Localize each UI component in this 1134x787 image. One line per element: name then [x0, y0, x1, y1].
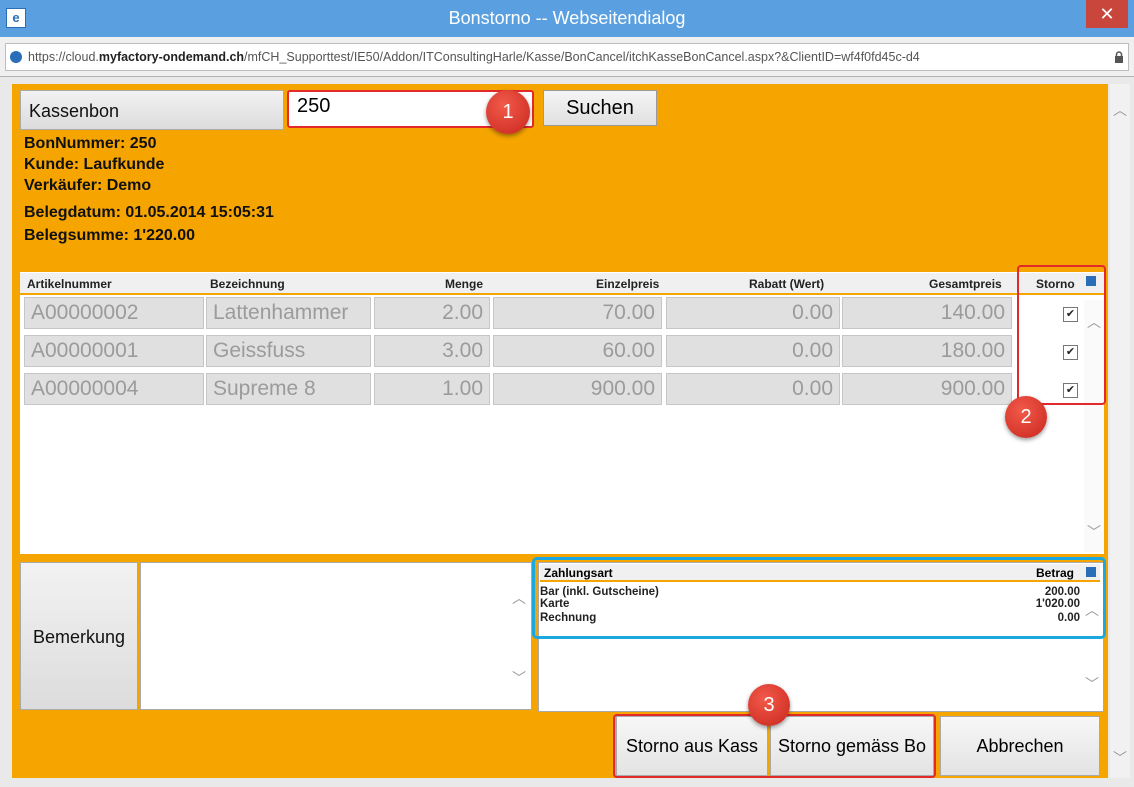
cell-einzelpreis[interactable]: 70.00	[493, 297, 662, 329]
cell-gesamtpreis[interactable]: 180.00	[842, 335, 1012, 367]
cell-menge[interactable]: 3.00	[374, 335, 490, 367]
cancel-button[interactable]: Abbrechen	[940, 716, 1100, 776]
cell-artikelnummer[interactable]: A00000001	[24, 335, 204, 367]
payment-highlight	[532, 557, 1106, 639]
bemerkung-label: Bemerkung	[20, 562, 138, 710]
kassenbon-label: Kassenbon	[20, 90, 284, 130]
seller-text: Verkäufer: Demo	[24, 177, 152, 194]
scroll-up-icon[interactable]: ︿	[512, 588, 526, 608]
cell-bezeichnung[interactable]: Lattenhammer	[206, 297, 371, 329]
cell-menge[interactable]: 2.00	[374, 297, 490, 329]
col-menge[interactable]: Menge	[445, 277, 483, 291]
scroll-down-icon[interactable]: ﹀	[1085, 674, 1099, 694]
col-einzelpreis[interactable]: Einzelpreis	[596, 277, 659, 291]
url-domain: myfactory-ondemand.ch	[98, 50, 245, 64]
scroll-down-icon[interactable]: ﹀	[512, 668, 526, 688]
cell-artikelnummer[interactable]: A00000002	[24, 297, 204, 329]
cell-einzelpreis[interactable]: 900.00	[493, 373, 662, 405]
cell-gesamtpreis[interactable]: 140.00	[842, 297, 1012, 329]
bon-number-text: BonNummer: 250	[24, 135, 157, 152]
col-bezeichnung[interactable]: Bezeichnung	[210, 277, 285, 291]
scroll-up-icon[interactable]: ︿	[1110, 100, 1130, 120]
page-scrollbar[interactable]: ︿ ﹀	[1110, 84, 1130, 778]
callout-badge-1: 1	[486, 90, 530, 134]
receipt-sum-text: Belegsumme: 1'220.00	[24, 227, 196, 244]
close-button[interactable]: ✕	[1086, 0, 1128, 28]
bemerkung-textarea[interactable]	[140, 562, 532, 710]
page-icon	[10, 51, 22, 63]
grid-header: Artikelnummer Bezeichnung Menge Einzelpr…	[20, 273, 1104, 295]
url-path: /mfCH_Supporttest/IE50/Addon/ITConsultin…	[244, 50, 920, 64]
cell-bezeichnung[interactable]: Geissfuss	[206, 335, 371, 367]
cell-artikelnummer[interactable]: A00000004	[24, 373, 204, 405]
storno-highlight	[1017, 265, 1106, 405]
url-text: https://cloud.myfactory-ondemand.ch/mfCH…	[28, 44, 920, 70]
scroll-down-icon[interactable]: ﹀	[1110, 748, 1130, 768]
col-rabatt[interactable]: Rabatt (Wert)	[749, 277, 824, 291]
lock-icon	[1115, 51, 1123, 63]
address-bar: https://cloud.myfactory-ondemand.ch/mfCH…	[0, 37, 1134, 77]
cell-menge[interactable]: 1.00	[374, 373, 490, 405]
callout-badge-2: 2	[1005, 396, 1047, 438]
url-prefix: https://cloud.	[28, 50, 99, 64]
callout-badge-3: 3	[748, 684, 790, 726]
url-field[interactable]: https://cloud.myfactory-ondemand.ch/mfCH…	[5, 43, 1129, 71]
search-button[interactable]: Suchen	[543, 90, 657, 126]
receipt-date-text: Belegdatum: 01.05.2014 15:05:31	[24, 204, 274, 221]
cell-bezeichnung[interactable]: Supreme 8	[206, 373, 371, 405]
window-title: Bonstorno -- Webseitendialog	[448, 8, 686, 28]
cell-rabatt[interactable]: 0.00	[666, 335, 840, 367]
cell-rabatt[interactable]: 0.00	[666, 297, 840, 329]
title-bar: e Bonstorno -- Webseitendialog ✕	[0, 0, 1134, 37]
cell-rabatt[interactable]: 0.00	[666, 373, 840, 405]
col-artikelnummer[interactable]: Artikelnummer	[27, 277, 112, 291]
col-gesamtpreis[interactable]: Gesamtpreis	[929, 277, 1002, 291]
customer-text: Kunde: Laufkunde	[24, 156, 165, 173]
cell-gesamtpreis[interactable]: 900.00	[842, 373, 1012, 405]
cell-einzelpreis[interactable]: 60.00	[493, 335, 662, 367]
scroll-down-icon[interactable]: ﹀	[1084, 522, 1104, 542]
